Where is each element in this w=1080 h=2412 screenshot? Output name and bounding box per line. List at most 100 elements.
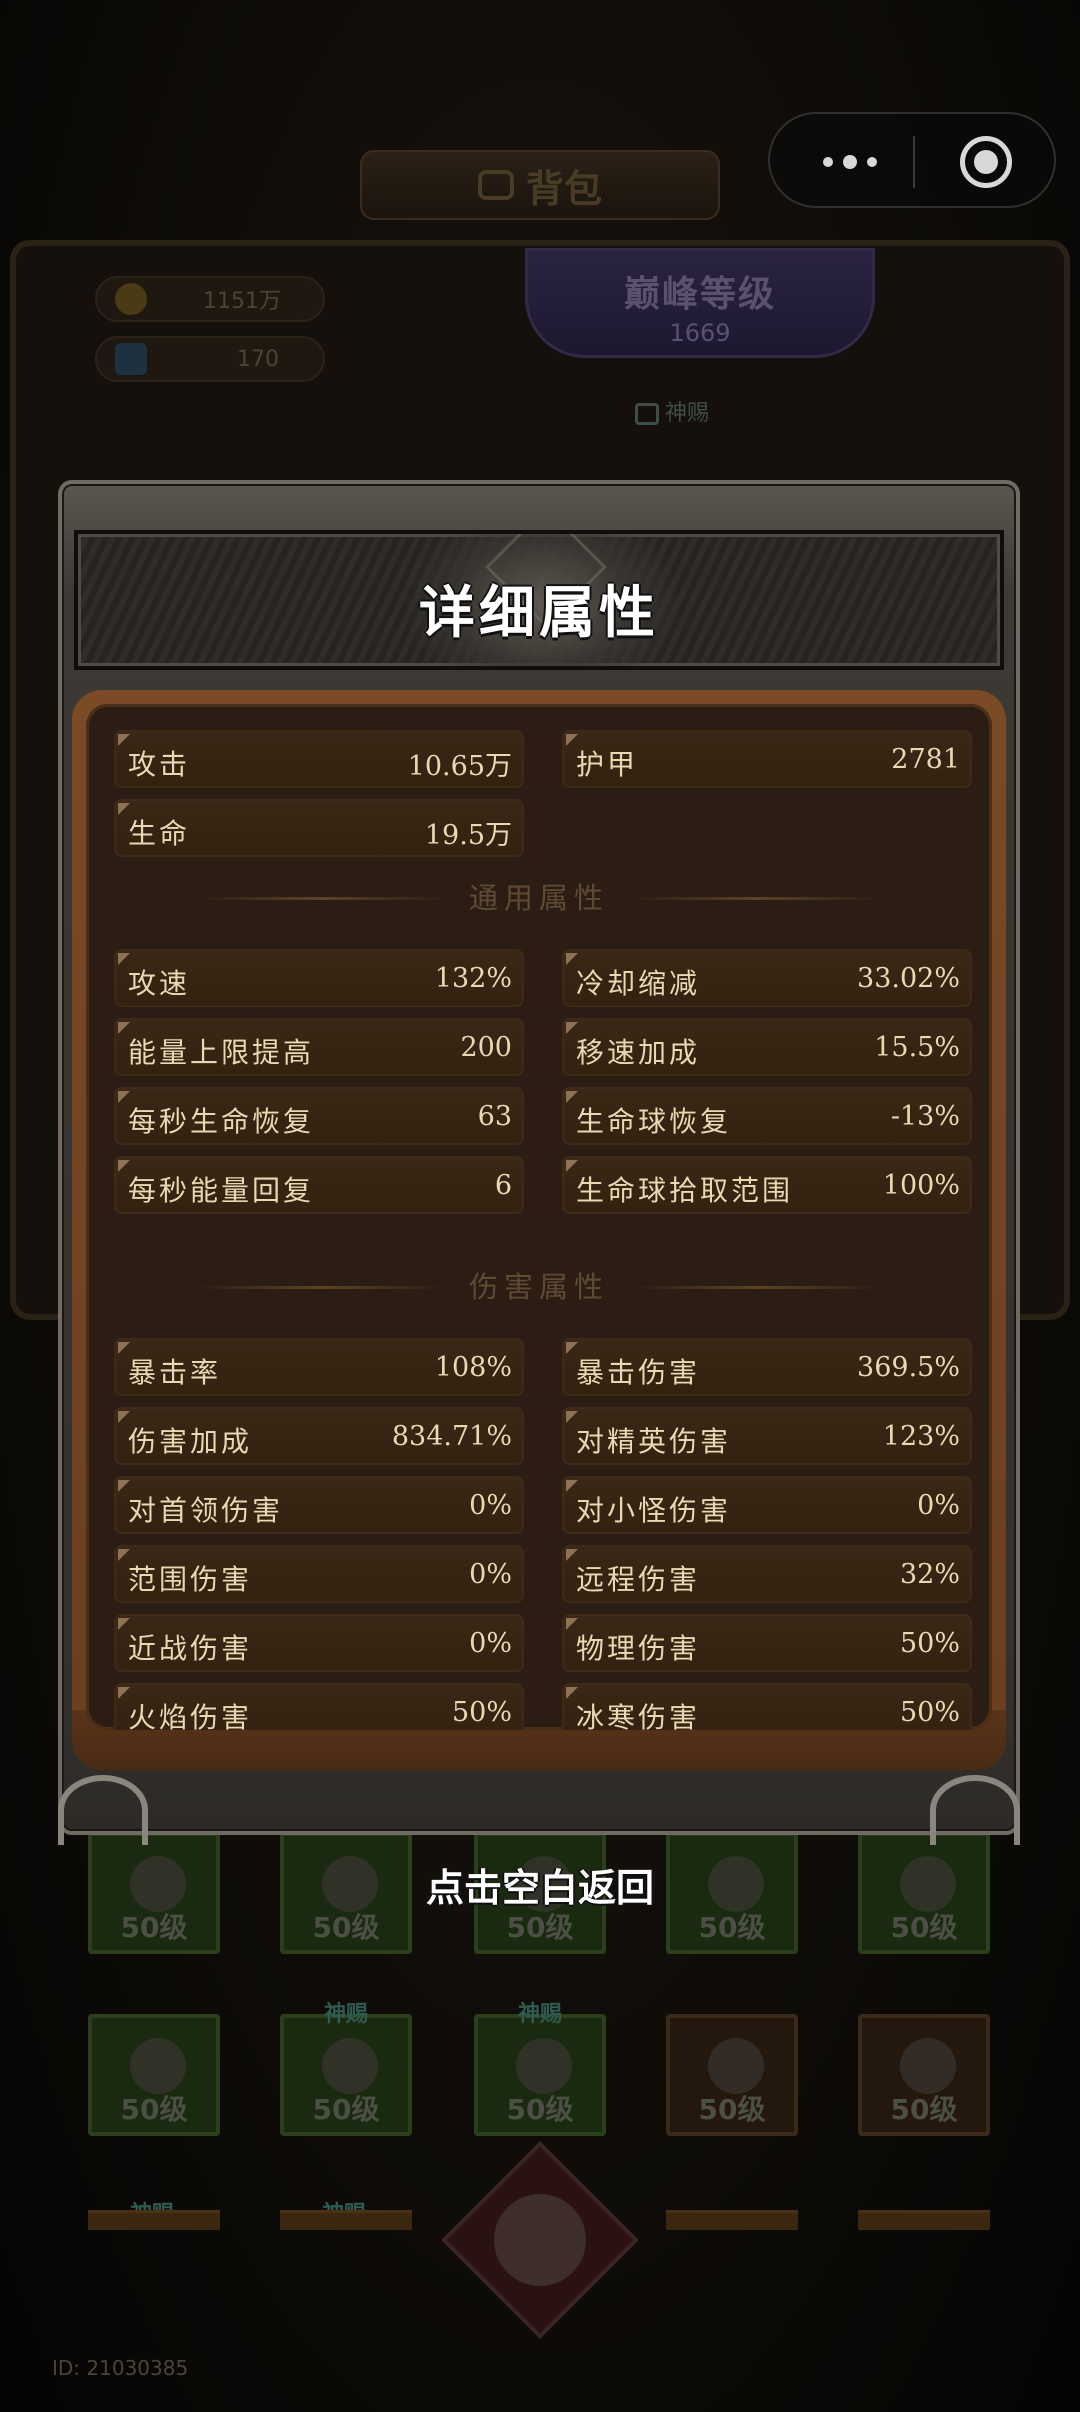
coin-value: 1151万 — [203, 289, 281, 314]
stat-label: 能量上限提高 — [128, 1036, 315, 1069]
attributes-panel: 攻击 10.65万 护甲 2781 生命 19.5万 通用属性 攻速 132% 冷却缩减… — [72, 690, 1006, 1770]
stat-value: 50% — [899, 1697, 960, 1728]
gem-icon — [115, 343, 147, 375]
section-header-damage: 伤害属性 — [86, 1267, 992, 1307]
gem-counter: 170 — [95, 336, 325, 382]
section-divider — [632, 1286, 882, 1289]
stat-label: 物理伤害 — [576, 1632, 701, 1665]
stat-label: 移速加成 — [576, 1036, 701, 1069]
stat-row: 火焰伤害 50% — [114, 1683, 524, 1730]
stat-row: 范围伤害 0% — [114, 1545, 524, 1603]
corner-ornament — [58, 1775, 148, 1845]
stat-value: 63 — [477, 1101, 512, 1132]
stat-value: 2781 — [891, 744, 960, 775]
equipment-slot-partial — [666, 2210, 798, 2230]
god-tag: 神赐 — [323, 2002, 368, 2027]
section-title: 伤害属性 — [468, 1270, 609, 1304]
stat-row: 暴击率 108% — [114, 1338, 524, 1396]
coin-counter: 1151万 — [95, 276, 325, 322]
equipment-slot[interactable]: 神赐 50级 — [280, 2002, 412, 2136]
stat-row: 对首领伤害 0% — [114, 1476, 524, 1534]
stat-value: 33.02% — [857, 963, 960, 994]
peak-level-value: 1669 — [669, 319, 731, 347]
stat-value: 10.65万 — [407, 751, 512, 782]
slot-level: 50级 — [120, 1911, 188, 1944]
stat-value: 0% — [469, 1628, 512, 1659]
crossed-swords-icon — [441, 2141, 639, 2339]
equipment-slot-partial — [280, 2210, 412, 2230]
stat-label: 生命球拾取范围 — [576, 1174, 794, 1207]
miniprogram-capsule — [768, 112, 1056, 208]
stat-row: 远程伤害 32% — [562, 1545, 972, 1603]
equipment-slot[interactable]: 50级 — [858, 2014, 990, 2136]
stat-label: 护甲 — [576, 748, 639, 781]
dialog-header: 详细属性 — [74, 530, 1004, 670]
equipment-slot-partial — [88, 2210, 220, 2230]
stat-value: 6 — [494, 1170, 512, 1201]
backpack-title-banner: 背包 — [360, 150, 720, 220]
stat-value: -13% — [890, 1101, 960, 1132]
capsule-divider — [913, 136, 915, 188]
stat-row: 移速加成 15.5% — [562, 1018, 972, 1076]
stat-value: 369.5% — [857, 1352, 960, 1383]
stat-value: 0% — [469, 1559, 512, 1590]
stat-value: 0% — [469, 1490, 512, 1521]
attributes-list[interactable]: 攻击 10.65万 护甲 2781 生命 19.5万 通用属性 攻速 132% 冷却缩减… — [86, 704, 992, 1730]
tap-blank-to-return[interactable]: 点击空白返回 — [0, 1857, 1080, 1912]
stat-value: 132% — [434, 963, 512, 994]
more-dots-icon[interactable] — [810, 144, 890, 180]
stat-value: 15.5% — [874, 1032, 960, 1063]
slot-level: 50级 — [890, 2093, 958, 2126]
stat-label: 对首领伤害 — [128, 1494, 284, 1527]
stat-label: 冷却缩减 — [576, 967, 701, 1000]
stat-label: 生命 — [128, 817, 191, 850]
locked-god-tag: 神赐 — [635, 395, 709, 427]
stat-row: 物理伤害 50% — [562, 1614, 972, 1672]
corner-ornament — [930, 1775, 1020, 1845]
section-title: 通用属性 — [468, 881, 609, 915]
section-divider — [196, 1286, 446, 1289]
backpack-title: 背包 — [525, 166, 602, 211]
equipment-slot[interactable]: 50级 — [666, 2014, 798, 2136]
stat-label: 暴击伤害 — [576, 1356, 701, 1389]
user-id: ID: 21030385 — [52, 2356, 189, 2380]
dialog-title: 详细属性 — [419, 581, 659, 646]
stat-value: 200 — [460, 1032, 512, 1063]
stat-value: 50% — [451, 1697, 512, 1728]
equipment-slot[interactable]: 50级 — [88, 2014, 220, 2136]
lock-icon — [635, 403, 659, 425]
stat-value: 50% — [899, 1628, 960, 1659]
slot-level: 50级 — [506, 2093, 574, 2126]
stat-value: 108% — [434, 1352, 512, 1383]
stat-row: 近战伤害 0% — [114, 1614, 524, 1672]
slot-level: 50级 — [312, 1911, 380, 1944]
stat-label: 火焰伤害 — [128, 1701, 253, 1730]
stat-label: 近战伤害 — [128, 1632, 253, 1665]
stat-row: 对小怪伤害 0% — [562, 1476, 972, 1534]
section-divider — [632, 897, 882, 900]
target-circle-icon[interactable] — [960, 136, 1012, 188]
slot-level: 50级 — [120, 2093, 188, 2126]
god-tag-text: 神赐 — [665, 401, 710, 426]
peak-level-title: 巅峰等级 — [623, 274, 776, 315]
stat-row: 对精英伤害 123% — [562, 1407, 972, 1465]
helmet-icon — [516, 2038, 572, 2094]
stat-row: 每秒生命恢复 63 — [114, 1087, 524, 1145]
stat-label: 每秒能量回复 — [128, 1174, 315, 1207]
stat-label: 对小怪伤害 — [576, 1494, 732, 1527]
stat-label: 对精英伤害 — [576, 1425, 732, 1458]
stat-label: 攻速 — [128, 967, 191, 1000]
slot-level: 50级 — [506, 1911, 574, 1944]
screen[interactable]: 背包 1151万 170 巅峰等级 1669 神赐 神赐 50级 50级 50级… — [0, 0, 1080, 2412]
slot-level: 50级 — [890, 1911, 958, 1944]
equipment-slot[interactable]: 神赐 50级 — [474, 2002, 606, 2136]
stat-label: 伤害加成 — [128, 1425, 253, 1458]
detail-attributes-dialog: 详细属性 攻击 10.65万 护甲 2781 生命 19.5万 通用属性 攻速 132%… — [58, 480, 1020, 1845]
bag-icon — [477, 170, 514, 200]
peak-level-badge: 巅峰等级 1669 — [525, 248, 875, 358]
stat-row: 攻速 132% — [114, 949, 524, 1007]
gem-value: 170 — [237, 346, 279, 372]
stat-value: 0% — [917, 1490, 960, 1521]
slot-level: 50级 — [698, 2093, 766, 2126]
section-divider — [196, 897, 446, 900]
